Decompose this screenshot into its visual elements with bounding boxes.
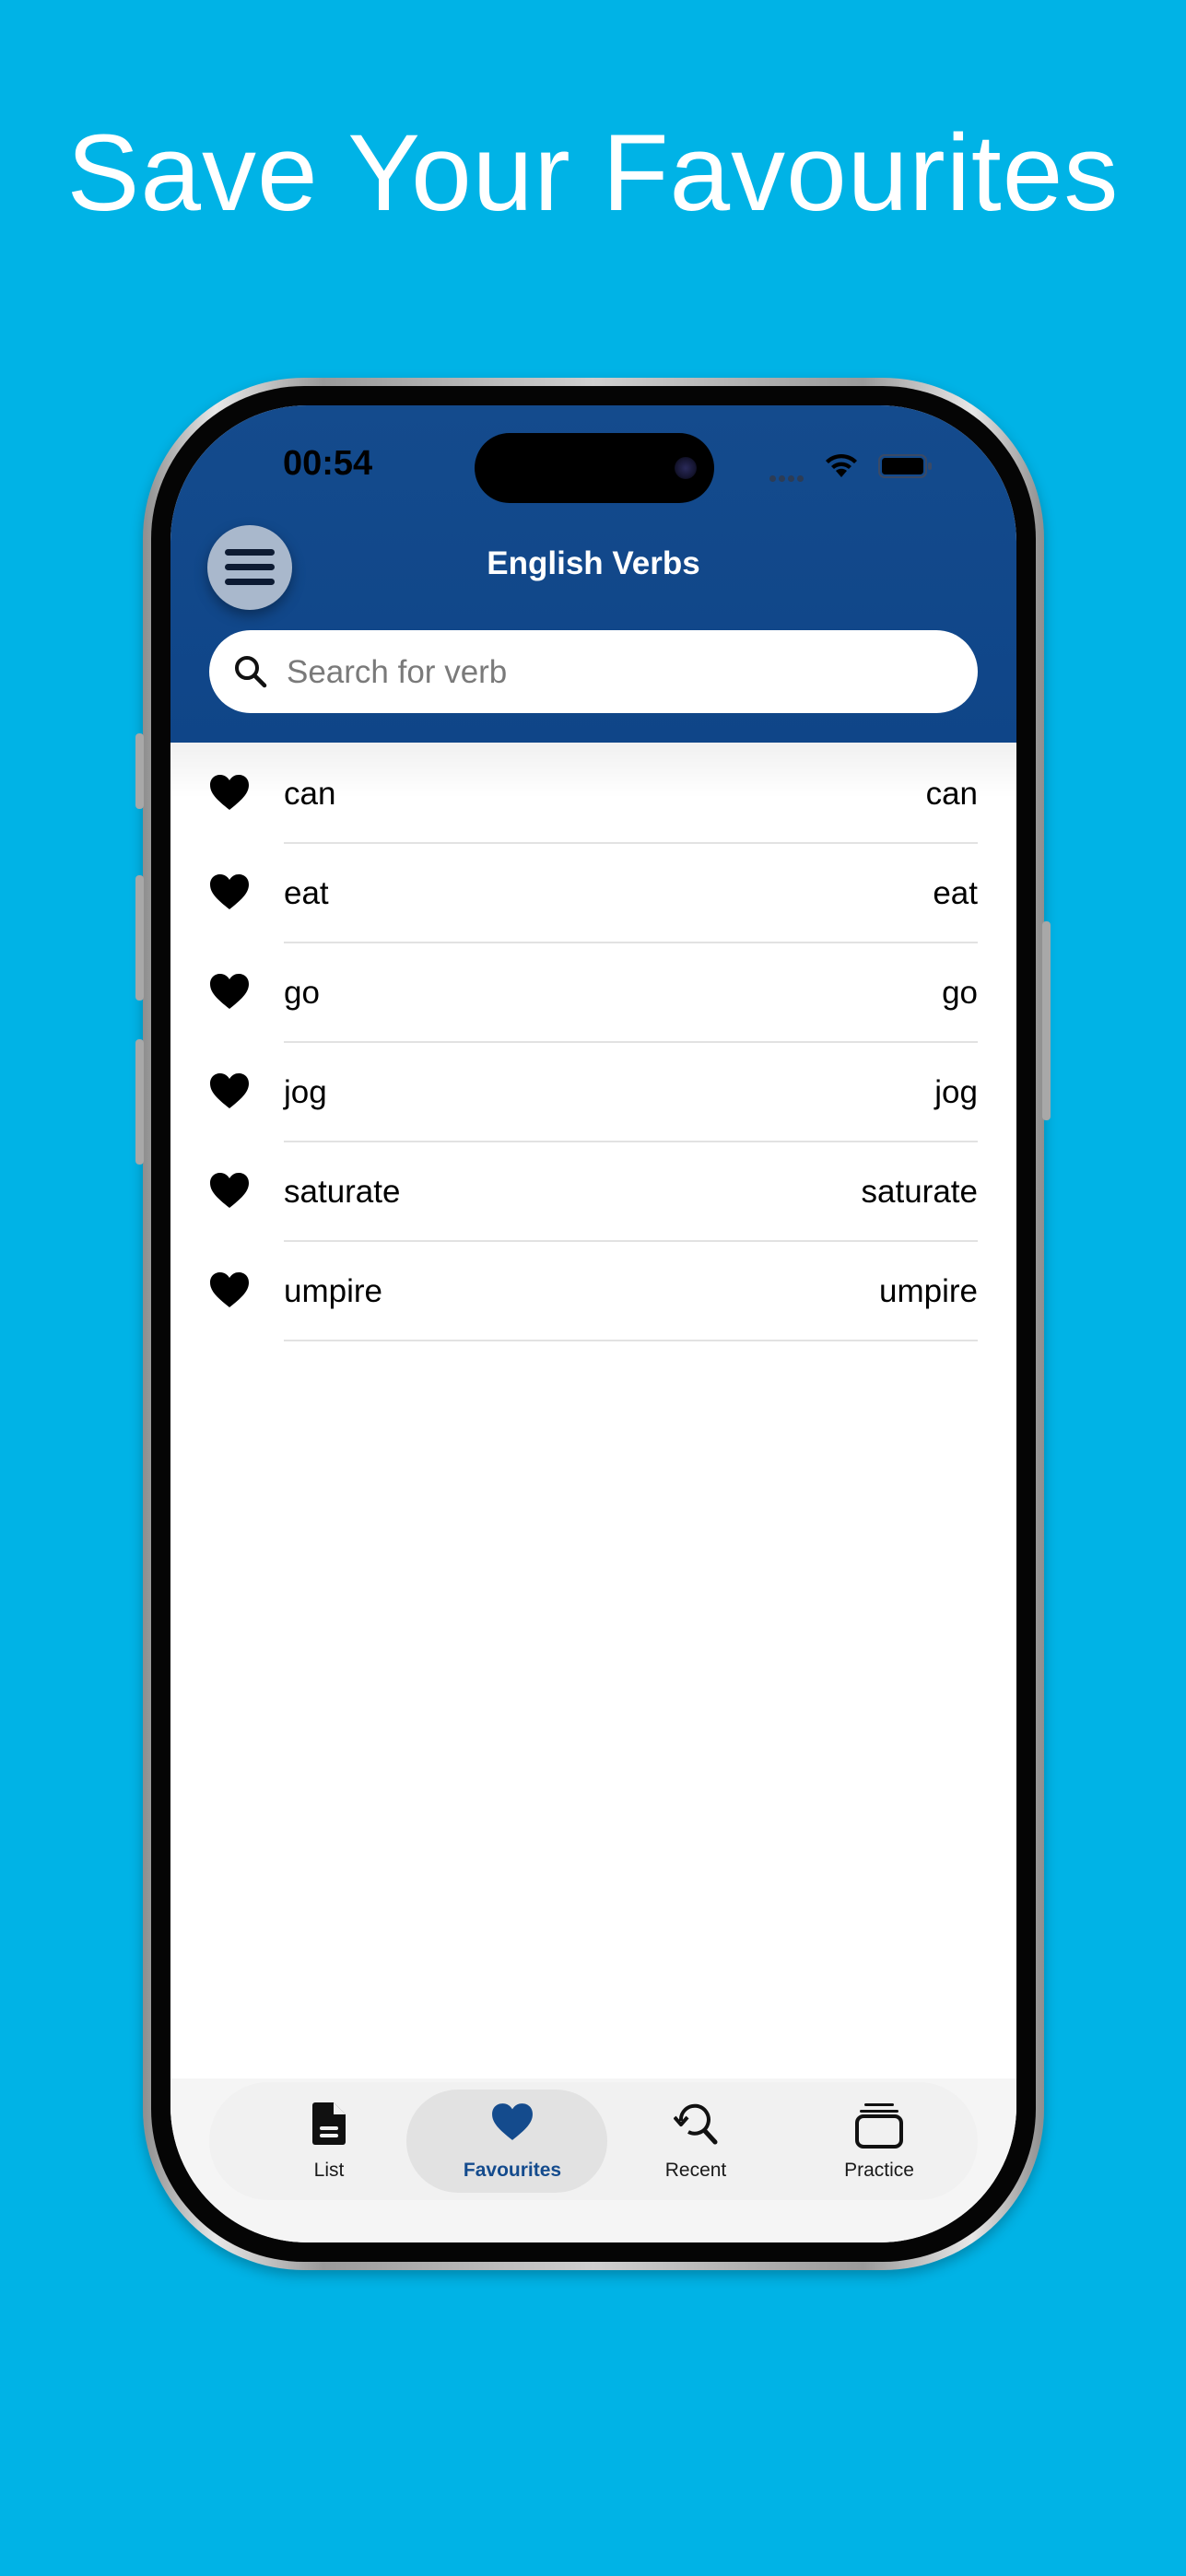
wifi-icon: [823, 450, 860, 484]
search-icon: [235, 656, 267, 688]
header-bar: 00:54 English Verbs: [170, 405, 1016, 743]
volume-down-button: [135, 1039, 144, 1165]
heart-icon: [492, 2103, 533, 2140]
tab-favourites[interactable]: Favourites: [406, 2082, 609, 2200]
verb-translation: saturate: [861, 1174, 978, 1210]
document-icon: [312, 2102, 346, 2145]
tab-label: Practice: [844, 2160, 914, 2181]
page-title: English Verbs: [487, 545, 700, 581]
search-input[interactable]: [285, 630, 934, 715]
list-item[interactable]: can can: [170, 744, 1016, 844]
heart-icon[interactable]: [209, 1172, 250, 1209]
divider: [284, 1340, 978, 1341]
verb-translation: go: [942, 975, 978, 1011]
favourites-list: can can eat eat go go jog jog saturate s…: [170, 744, 1016, 1341]
power-button: [1042, 921, 1051, 1120]
tab-bar: List Favourites Recent Practice: [209, 2082, 978, 2200]
verb-term: go: [284, 975, 320, 1011]
headline: Save Your Favourites: [66, 112, 1120, 234]
signal-icon: [769, 470, 806, 486]
tab-label: Recent: [664, 2160, 727, 2181]
list-item[interactable]: go go: [170, 943, 1016, 1043]
search-bar[interactable]: [209, 630, 978, 715]
tab-recent[interactable]: Recent: [599, 2082, 793, 2200]
list-item[interactable]: jog jog: [170, 1043, 1016, 1142]
verb-term: can: [284, 776, 336, 812]
list-item[interactable]: eat eat: [170, 844, 1016, 943]
status-time: 00:54: [283, 444, 373, 483]
action-button: [135, 733, 144, 809]
tab-list[interactable]: List: [232, 2082, 426, 2200]
heart-icon[interactable]: [209, 1271, 250, 1308]
verb-translation: can: [925, 776, 978, 812]
battery-icon: [878, 453, 934, 484]
heart-icon[interactable]: [209, 873, 250, 910]
verb-translation: umpire: [879, 1273, 978, 1309]
volume-up-button: [135, 875, 144, 1001]
tab-label: Favourites: [463, 2160, 562, 2181]
list-item[interactable]: umpire umpire: [170, 1242, 1016, 1341]
heart-icon[interactable]: [209, 774, 250, 811]
tab-practice[interactable]: Practice: [782, 2082, 976, 2200]
verb-translation: eat: [933, 875, 978, 911]
verb-term: eat: [284, 875, 329, 911]
verb-term: jog: [284, 1074, 327, 1110]
phone-screen: 00:54 English Verbs Search for verb can …: [170, 405, 1016, 2242]
heart-icon[interactable]: [209, 973, 250, 1010]
front-camera: [675, 457, 697, 479]
heart-icon[interactable]: [209, 1072, 250, 1109]
tab-label: List: [313, 2160, 345, 2181]
search-history-icon: [673, 2103, 718, 2145]
verb-translation: jog: [934, 1074, 978, 1110]
verb-term: umpire: [284, 1273, 382, 1309]
cards-stack-icon: [855, 2103, 903, 2149]
verb-term: saturate: [284, 1174, 401, 1210]
list-item[interactable]: saturate saturate: [170, 1142, 1016, 1242]
